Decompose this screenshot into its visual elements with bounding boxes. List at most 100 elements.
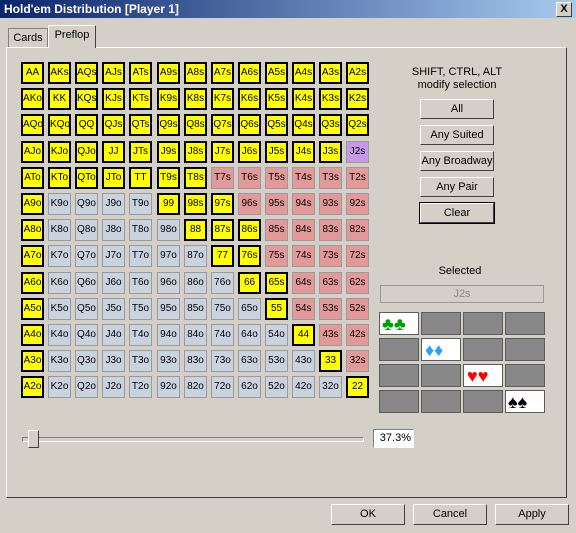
hand-cell-Q4s[interactable]: Q4s <box>292 114 315 136</box>
hand-cell-74o[interactable]: 74o <box>211 324 234 346</box>
hand-cell-AJs[interactable]: AJs <box>102 62 125 84</box>
hand-cell-K3o[interactable]: K3o <box>48 350 71 372</box>
tab-preflop[interactable]: Preflop <box>48 25 96 48</box>
hand-cell-92o[interactable]: 92o <box>157 376 180 398</box>
hand-cell-J5s[interactable]: J5s <box>265 141 288 163</box>
hand-cell-97s[interactable]: 97s <box>211 193 234 215</box>
hand-cell-95s[interactable]: 95s <box>265 193 288 215</box>
hand-cell-73o[interactable]: 73o <box>211 350 234 372</box>
hand-cell-Q9o[interactable]: Q9o <box>75 193 98 215</box>
combo-cell[interactable] <box>379 364 419 387</box>
combo-spades-spades[interactable]: ♠♠ <box>505 390 545 413</box>
hand-cell-44[interactable]: 44 <box>292 324 315 346</box>
hand-cell-75o[interactable]: 75o <box>211 298 234 320</box>
hand-cell-74s[interactable]: 74s <box>292 245 315 267</box>
hand-cell-K5o[interactable]: K5o <box>48 298 71 320</box>
slider-thumb[interactable] <box>28 430 39 448</box>
hand-cell-Q8o[interactable]: Q8o <box>75 219 98 241</box>
hand-cell-85o[interactable]: 85o <box>184 298 207 320</box>
hand-cell-92s[interactable]: 92s <box>346 193 369 215</box>
hand-cell-86o[interactable]: 86o <box>184 272 207 294</box>
hand-cell-42s[interactable]: 42s <box>346 324 369 346</box>
hand-cell-AQs[interactable]: AQs <box>75 62 98 84</box>
hand-cell-J7o[interactable]: J7o <box>102 245 125 267</box>
hand-cell-86s[interactable]: 86s <box>238 219 261 241</box>
hand-cell-96o[interactable]: 96o <box>157 272 180 294</box>
hand-cell-T9s[interactable]: T9s <box>157 167 180 189</box>
hand-cell-Q4o[interactable]: Q4o <box>75 324 98 346</box>
hand-cell-A4o[interactable]: A4o <box>21 324 44 346</box>
hand-cell-A5s[interactable]: A5s <box>265 62 288 84</box>
combo-cell[interactable] <box>379 338 419 361</box>
hand-cell-98o[interactable]: 98o <box>157 219 180 241</box>
hand-cell-99[interactable]: 99 <box>157 193 180 215</box>
hand-cell-94s[interactable]: 94s <box>292 193 315 215</box>
hand-cell-Q3o[interactable]: Q3o <box>75 350 98 372</box>
hand-cell-K6o[interactable]: K6o <box>48 272 71 294</box>
hand-cell-K8o[interactable]: K8o <box>48 219 71 241</box>
hand-cell-JTo[interactable]: JTo <box>102 167 125 189</box>
hand-cell-98s[interactable]: 98s <box>184 193 207 215</box>
hand-cell-QJs[interactable]: QJs <box>102 114 125 136</box>
combo-diamonds-diamonds[interactable]: ♦♦ <box>421 338 461 361</box>
combo-cell[interactable] <box>505 364 545 387</box>
hand-cell-Q3s[interactable]: Q3s <box>319 114 342 136</box>
hand-cell-T2o[interactable]: T2o <box>129 376 152 398</box>
hand-cell-52o[interactable]: 52o <box>265 376 288 398</box>
hand-cell-53s[interactable]: 53s <box>319 298 342 320</box>
hand-cell-53o[interactable]: 53o <box>265 350 288 372</box>
hand-cell-32o[interactable]: 32o <box>319 376 342 398</box>
hand-cell-K2s[interactable]: K2s <box>346 88 369 110</box>
hand-cell-J2s[interactable]: J2s <box>346 141 369 163</box>
hand-cell-KJo[interactable]: KJo <box>48 141 71 163</box>
hand-cell-K4o[interactable]: K4o <box>48 324 71 346</box>
hand-cell-94o[interactable]: 94o <box>157 324 180 346</box>
close-button[interactable]: X <box>556 2 572 17</box>
hand-cell-33[interactable]: 33 <box>319 350 342 372</box>
combo-cell[interactable] <box>463 390 503 413</box>
hand-cell-55[interactable]: 55 <box>265 298 288 320</box>
hand-cell-Q2s[interactable]: Q2s <box>346 114 369 136</box>
hand-cell-A4s[interactable]: A4s <box>292 62 315 84</box>
hand-cell-A2o[interactable]: A2o <box>21 376 44 398</box>
hand-cell-77[interactable]: 77 <box>211 245 234 267</box>
hand-cell-96s[interactable]: 96s <box>238 193 261 215</box>
hand-cell-Q8s[interactable]: Q8s <box>184 114 207 136</box>
hand-cell-63s[interactable]: 63s <box>319 272 342 294</box>
hand-cell-A6s[interactable]: A6s <box>238 62 261 84</box>
hand-cell-Q6o[interactable]: Q6o <box>75 272 98 294</box>
hand-cell-T3o[interactable]: T3o <box>129 350 152 372</box>
hand-cell-J9s[interactable]: J9s <box>157 141 180 163</box>
hand-cell-KJs[interactable]: KJs <box>102 88 125 110</box>
hand-cell-Q2o[interactable]: Q2o <box>75 376 98 398</box>
hand-cell-T6o[interactable]: T6o <box>129 272 152 294</box>
hand-cell-A3o[interactable]: A3o <box>21 350 44 372</box>
hand-cell-T8o[interactable]: T8o <box>129 219 152 241</box>
hand-cell-J9o[interactable]: J9o <box>102 193 125 215</box>
hand-cell-A6o[interactable]: A6o <box>21 272 44 294</box>
hand-cell-K2o[interactable]: K2o <box>48 376 71 398</box>
hand-cell-63o[interactable]: 63o <box>238 350 261 372</box>
hand-cell-84o[interactable]: 84o <box>184 324 207 346</box>
hand-cell-TT[interactable]: TT <box>129 167 152 189</box>
hand-cell-A9o[interactable]: A9o <box>21 193 44 215</box>
combo-cell[interactable] <box>505 312 545 335</box>
hand-cell-54o[interactable]: 54o <box>265 324 288 346</box>
any-pair-button[interactable]: Any Pair <box>420 177 494 197</box>
hand-cell-Q9s[interactable]: Q9s <box>157 114 180 136</box>
hand-cell-Q5s[interactable]: Q5s <box>265 114 288 136</box>
hand-cell-95o[interactable]: 95o <box>157 298 180 320</box>
hand-cell-85s[interactable]: 85s <box>265 219 288 241</box>
hand-cell-J4s[interactable]: J4s <box>292 141 315 163</box>
hand-cell-T4s[interactable]: T4s <box>292 167 315 189</box>
hand-cell-82s[interactable]: 82s <box>346 219 369 241</box>
hand-cell-ATo[interactable]: ATo <box>21 167 44 189</box>
hand-cell-83s[interactable]: 83s <box>319 219 342 241</box>
hand-cell-62s[interactable]: 62s <box>346 272 369 294</box>
combo-cell[interactable] <box>421 364 461 387</box>
hand-cell-J6s[interactable]: J6s <box>238 141 261 163</box>
percent-field[interactable]: 37.3% <box>373 429 414 448</box>
hand-cell-22[interactable]: 22 <box>346 376 369 398</box>
hand-cell-T7s[interactable]: T7s <box>211 167 234 189</box>
hand-cell-K3s[interactable]: K3s <box>319 88 342 110</box>
